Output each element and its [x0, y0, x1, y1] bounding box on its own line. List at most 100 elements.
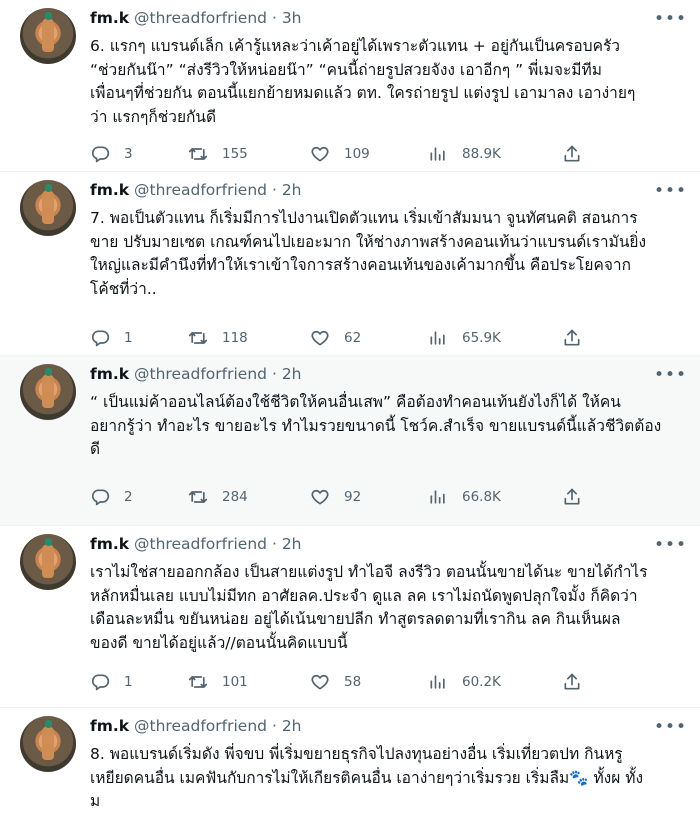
more-icon[interactable]: •••	[654, 535, 686, 555]
heart-icon	[311, 330, 329, 346]
retweet-icon	[188, 332, 208, 344]
retweet-icon	[188, 676, 208, 688]
share-button[interactable]	[562, 326, 596, 350]
user-handle[interactable]: @threadforfriend	[134, 181, 267, 199]
views-count: 66.8K	[462, 489, 501, 505]
tweet-actions: 2 284 92 66.8K	[90, 485, 600, 509]
tweet[interactable]: fm.k @threadforfriend · 3h ••• 6. แรกๆ แ…	[0, 0, 700, 172]
like-count: 58	[344, 674, 362, 690]
reply-icon	[91, 146, 110, 163]
reply-icon	[91, 489, 110, 506]
share-icon	[564, 488, 580, 505]
avatar[interactable]	[20, 534, 76, 590]
views-button[interactable]: 66.8K	[428, 485, 501, 509]
like-count: 62	[344, 330, 362, 346]
tweet-header: fm.k @threadforfriend · 3h	[90, 9, 302, 27]
reply-button[interactable]: 2	[90, 485, 133, 509]
tweet-text-line: อยากรู้ว่า ทำอะไร ขายอะไร ทำไมรวยขนาดนี้…	[90, 416, 662, 435]
timestamp[interactable]: 2h	[282, 365, 302, 383]
tweet-text: เราไม่ใช่สายออกกล้อง เป็นสายแต่งรูป ทำไอ…	[90, 561, 670, 655]
tweet-text-line: เราไม่ใช่สายออกกล้อง เป็นสายแต่งรูป ทำไอ…	[90, 563, 648, 581]
tweet-text-line: ม	[90, 792, 101, 810]
views-icon	[430, 675, 445, 689]
timestamp[interactable]: 2h	[282, 181, 302, 199]
reply-button[interactable]: 3	[90, 142, 133, 166]
user-handle[interactable]: @threadforfriend	[134, 535, 267, 553]
display-name[interactable]: fm.k	[90, 535, 129, 553]
tweet-text-line: เหยียดคนอื่น เมคฟันกับการไม่ให้เกียรติคน…	[90, 768, 644, 787]
retweet-button[interactable]: 101	[188, 670, 248, 694]
tweet-text: 6. แรกๆ แบรนด์เล็ก เค้ารู้แหละว่าเค้าอยู…	[90, 35, 670, 129]
tweet-text-line: ขาย ปรับมายเซต เกณฑ์คนไปเยอะมาก ให้ช่างภ…	[90, 232, 647, 251]
more-icon[interactable]: •••	[654, 717, 686, 737]
retweet-button[interactable]: 155	[188, 142, 248, 166]
views-count: 65.9K	[462, 330, 501, 346]
avatar[interactable]	[20, 716, 76, 772]
display-name[interactable]: fm.k	[90, 9, 129, 27]
retweet-button[interactable]: 118	[188, 326, 248, 350]
display-name[interactable]: fm.k	[90, 181, 129, 199]
views-count: 60.2K	[462, 674, 501, 690]
timestamp[interactable]: 2h	[282, 535, 302, 553]
share-button[interactable]	[562, 670, 596, 694]
tweet-header: fm.k @threadforfriend · 2h	[90, 181, 302, 199]
like-button[interactable]: 62	[310, 326, 361, 350]
display-name[interactable]: fm.k	[90, 365, 129, 383]
retweet-button[interactable]: 284	[188, 485, 248, 509]
reply-button[interactable]: 1	[90, 670, 133, 694]
like-button[interactable]: 92	[310, 485, 361, 509]
display-name[interactable]: fm.k	[90, 717, 129, 735]
like-button[interactable]: 58	[310, 670, 361, 694]
share-button[interactable]	[562, 142, 596, 166]
retweet-icon	[188, 491, 208, 503]
tweet-actions: 1 118 62 65.9K	[90, 326, 600, 350]
views-icon	[430, 147, 445, 161]
share-button[interactable]	[562, 485, 596, 509]
tweet-text-line: ของดี ขายได้อยู่แล้ว//ตอนนั้นคิดแบบนี้	[90, 633, 348, 652]
user-handle[interactable]: @threadforfriend	[134, 9, 267, 27]
avatar[interactable]	[20, 8, 76, 64]
reply-icon	[91, 330, 110, 347]
retweet-count: 155	[222, 146, 248, 162]
views-button[interactable]: 88.9K	[428, 142, 501, 166]
like-count: 92	[344, 489, 362, 505]
tweet[interactable]: fm.k @threadforfriend · 2h ••• 8. พอแบรน…	[0, 708, 700, 816]
user-handle[interactable]: @threadforfriend	[134, 365, 267, 383]
avatar[interactable]	[20, 180, 76, 236]
user-handle[interactable]: @threadforfriend	[134, 717, 267, 735]
more-icon[interactable]: •••	[654, 9, 686, 29]
separator-dot: ·	[271, 9, 277, 27]
heart-icon	[311, 674, 329, 690]
reply-count: 3	[124, 146, 133, 162]
share-icon	[564, 329, 580, 346]
avatar[interactable]	[20, 364, 76, 420]
tweet-text-line: “ช่วยกันน๊า” “ส่งรีวิวให้หน่อยน๊า” “คนนี…	[90, 60, 602, 79]
retweet-count: 101	[222, 674, 248, 690]
more-icon[interactable]: •••	[654, 181, 686, 201]
timestamp[interactable]: 2h	[282, 717, 302, 735]
tweet[interactable]: fm.k @threadforfriend · 2h ••• 7. พอเป็น…	[0, 172, 700, 356]
views-button[interactable]: 60.2K	[428, 670, 501, 694]
separator-dot: ·	[271, 365, 277, 383]
tweet-text-line: 8. พอแบรนด์เริ่มดัง พี่จขบ พี่เริ่มขยายธ…	[90, 745, 623, 763]
tweet-text-line: “ เป็นแม่ค้าออนไลน์ต้องใช้ชีวิตให้คนอื่น…	[90, 393, 621, 411]
tweet-text-line: หลักหมื่นเลย แบบไม่มีทก อาศัยลค.ประจำ ดู…	[90, 586, 638, 605]
tweet[interactable]: fm.k @threadforfriend · 2h ••• เราไม่ใช่…	[0, 526, 700, 708]
reply-icon	[91, 674, 110, 691]
timestamp[interactable]: 3h	[282, 9, 302, 27]
heart-icon	[311, 489, 329, 505]
like-button[interactable]: 109	[310, 142, 370, 166]
tweet-text-line: เพื่อนๆที่ช่วยกัน ตอนนี้แยกย้ายหมดแล้ว ต…	[90, 84, 636, 102]
views-button[interactable]: 65.9K	[428, 326, 501, 350]
more-icon[interactable]: •••	[654, 365, 686, 385]
tweet-text-line: เดือนละหมื่น ขยันหน่อย อยู่ได้เน้นขายปลี…	[90, 610, 621, 628]
tweet-actions: 1 101 58 60.2K	[90, 670, 600, 694]
reply-button[interactable]: 1	[90, 326, 133, 350]
tweet[interactable]: fm.k @threadforfriend · 2h ••• “ เป็นแม่…	[0, 356, 700, 526]
retweet-count: 284	[222, 489, 248, 505]
tweet-text-line: ว่า แรกๆก็ช่วยกันดี	[90, 107, 217, 126]
tweet-header: fm.k @threadforfriend · 2h	[90, 365, 302, 383]
retweet-icon	[188, 148, 208, 160]
reply-count: 1	[124, 330, 133, 346]
tweet-text-line: ดี	[90, 440, 101, 458]
